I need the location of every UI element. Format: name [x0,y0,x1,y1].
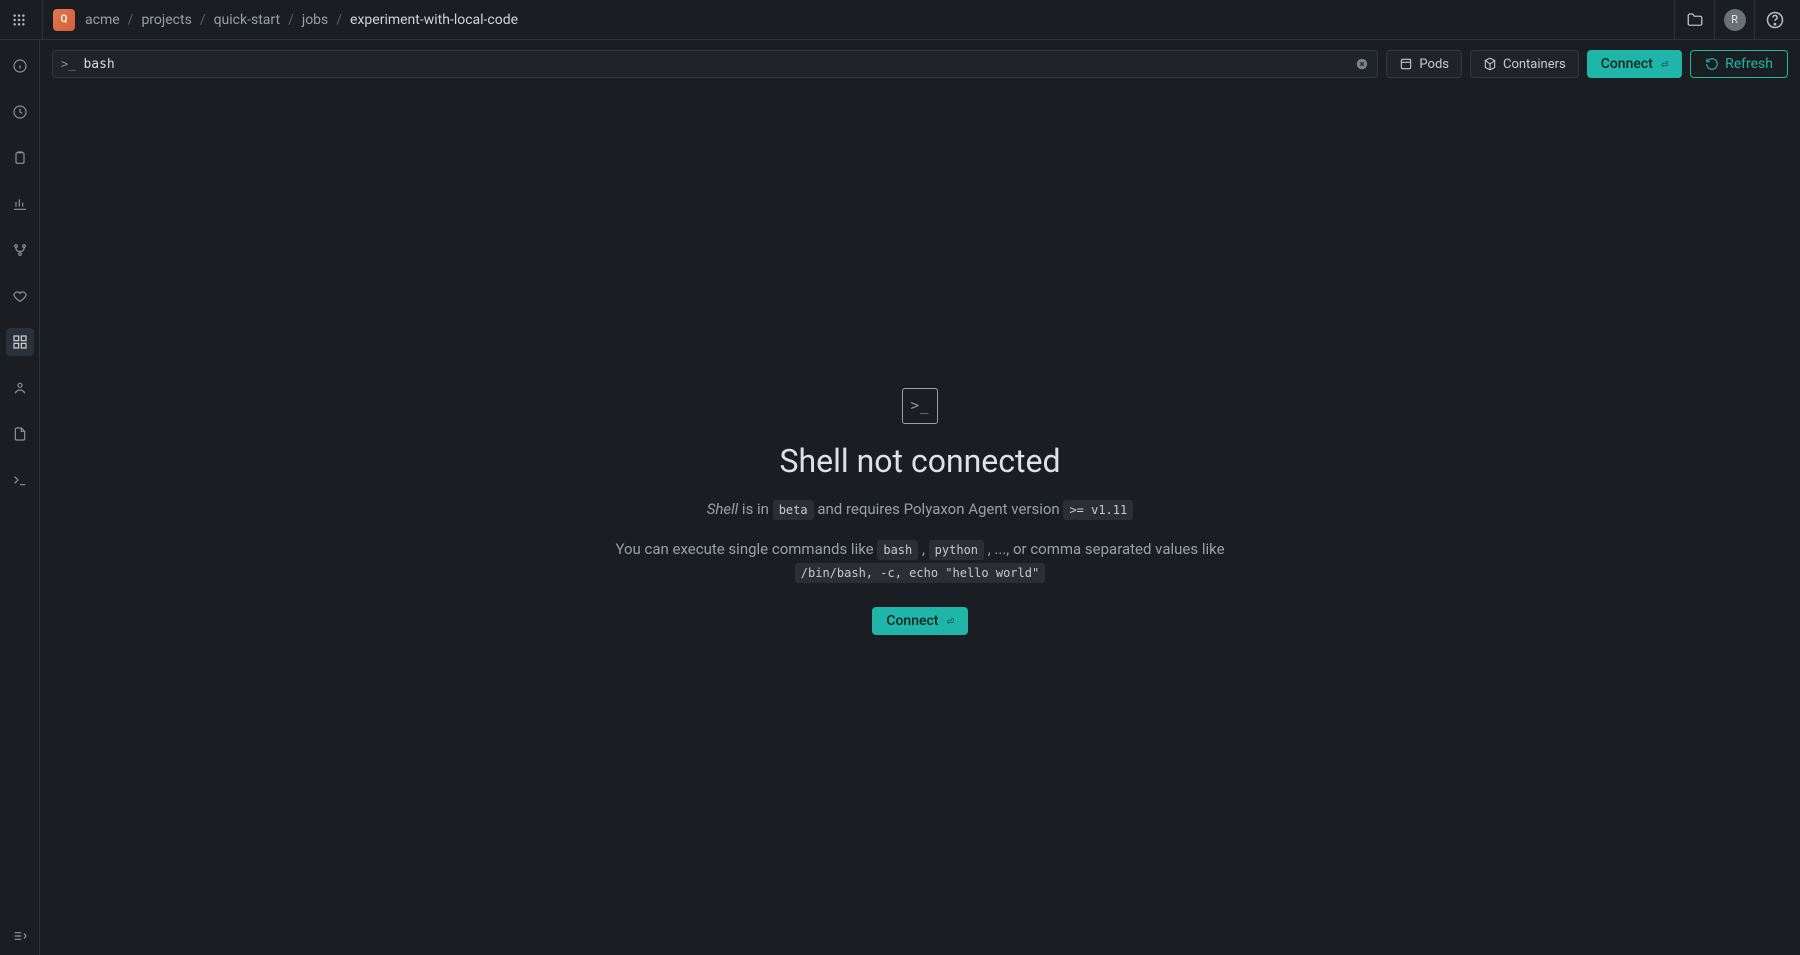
sidebar-dashboard-icon[interactable] [6,328,34,356]
code-python: python [929,540,984,560]
empty-title: Shell not connected [780,442,1061,480]
enter-key-icon: ⏎ [1661,57,1668,71]
pods-button[interactable]: Pods [1386,50,1462,78]
sidebar-terminal-icon[interactable] [6,466,34,494]
version-tag: >= v1.11 [1063,500,1133,520]
sidebar-file-icon[interactable] [6,420,34,448]
breadcrumb-current: experiment-with-local-code [350,12,518,28]
pods-icon [1399,57,1413,71]
folder-button[interactable] [1674,0,1714,40]
breadcrumb-sep: / [128,12,134,28]
org-logo[interactable]: Q [53,9,75,31]
command-value: bash [83,57,1347,72]
avatar: R [1724,9,1746,31]
sidebar-clipboard-icon[interactable] [6,144,34,172]
pods-label: Pods [1419,57,1449,72]
connect-label: Connect [886,613,938,629]
clear-command-button[interactable] [1355,57,1369,71]
apps-menu-button[interactable] [6,7,32,33]
sidebar [0,40,40,955]
shell-word: Shell [707,500,738,518]
breadcrumb-sep: / [288,12,294,28]
refresh-icon [1705,57,1719,71]
command-input[interactable]: >_ bash [52,50,1378,78]
prompt-icon: >_ [61,57,75,71]
sidebar-heart-icon[interactable] [6,282,34,310]
connect-button-center[interactable]: Connect ⏎ [872,607,967,635]
breadcrumb-projects[interactable]: projects [141,12,191,28]
containers-button[interactable]: Containers [1470,50,1579,78]
containers-label: Containers [1503,57,1566,72]
breadcrumb-jobs[interactable]: jobs [302,12,328,28]
empty-subtitle-2: You can execute single commands like bas… [610,538,1230,583]
breadcrumb-acme[interactable]: acme [85,12,120,28]
sidebar-branch-icon[interactable] [6,236,34,264]
empty-subtitle-1: Shell is in beta and requires Polyaxon A… [707,498,1133,521]
empty-state: Shell not connected Shell is in beta and… [610,388,1230,636]
containers-icon [1483,57,1497,71]
sidebar-chart-icon[interactable] [6,190,34,218]
beta-tag: beta [773,500,814,520]
sidebar-user-icon[interactable] [6,374,34,402]
connect-button[interactable]: Connect ⏎ [1587,50,1682,78]
sidebar-info-icon[interactable] [6,52,34,80]
connect-label: Connect [1601,56,1653,72]
sidebar-expand-icon[interactable] [6,927,34,955]
sidebar-history-icon[interactable] [6,98,34,126]
divider [42,0,43,40]
enter-key-icon: ⏎ [946,614,953,628]
breadcrumb-sep: / [200,12,206,28]
code-bash: bash [877,540,918,560]
breadcrumb: acme / projects / quick-start / jobs / e… [85,12,518,28]
terminal-icon [902,388,938,424]
code-example: /bin/bash, -c, echo "hello world" [795,563,1045,583]
help-button[interactable] [1754,0,1794,40]
breadcrumb-sep: / [336,12,342,28]
refresh-button[interactable]: Refresh [1690,50,1788,78]
breadcrumb-quick-start[interactable]: quick-start [214,12,280,28]
refresh-label: Refresh [1725,56,1773,72]
user-menu[interactable]: R [1714,0,1754,40]
shell-toolbar: >_ bash Pods Containers Connect [52,50,1788,78]
